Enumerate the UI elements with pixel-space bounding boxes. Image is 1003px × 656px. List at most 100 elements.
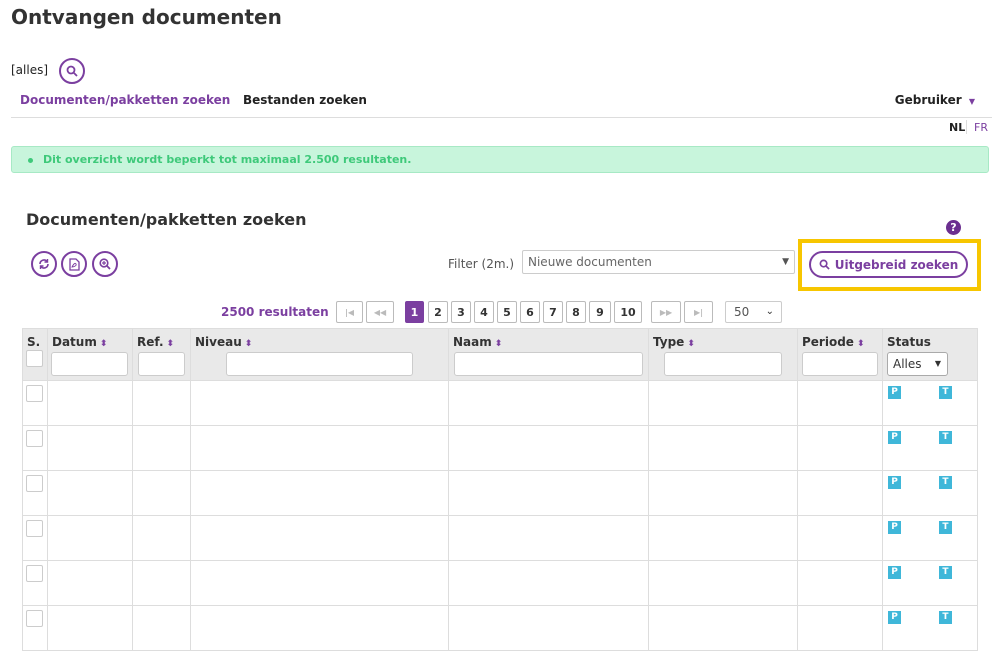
col-datum-label: Datum xyxy=(52,335,97,349)
col-datum[interactable]: Datum ⬍ xyxy=(47,328,133,381)
badge-t[interactable]: T xyxy=(939,431,952,444)
row-checkbox[interactable] xyxy=(26,565,43,582)
badge-t[interactable]: T xyxy=(939,521,952,534)
zoom-button[interactable] xyxy=(92,251,118,277)
page-3[interactable]: 3 xyxy=(451,301,471,323)
col-ref-label: Ref. xyxy=(137,335,164,349)
ref-filter-input[interactable] xyxy=(138,352,185,376)
badge-p[interactable]: P xyxy=(888,431,901,444)
section-title: Documenten/pakketten zoeken xyxy=(26,210,307,229)
limit-alert: Dit overzicht wordt beperkt tot maximaal… xyxy=(11,146,989,173)
table-body: PT PT PT PT PT PT xyxy=(22,380,978,651)
zoom-in-icon xyxy=(99,258,111,270)
chevron-down-icon: ⌄ xyxy=(765,306,774,317)
periode-filter-input[interactable] xyxy=(802,352,878,376)
page-7[interactable]: 7 xyxy=(543,301,563,323)
tab-documenten-pakketten[interactable]: Documenten/pakketten zoeken xyxy=(20,93,230,107)
type-filter-input[interactable] xyxy=(664,352,782,376)
sort-icon[interactable]: ⬍ xyxy=(245,339,253,349)
caret-down-icon: ▼ xyxy=(968,97,975,106)
per-page-select[interactable]: 50 ⌄ xyxy=(725,301,782,323)
page-5[interactable]: 5 xyxy=(497,301,517,323)
badge-p[interactable]: P xyxy=(888,476,901,489)
row-checkbox[interactable] xyxy=(26,385,43,402)
badge-t[interactable]: T xyxy=(939,611,952,624)
page-4[interactable]: 4 xyxy=(474,301,494,323)
pdf-icon xyxy=(68,257,80,271)
col-naam-label: Naam xyxy=(453,335,492,349)
page-1[interactable]: 1 xyxy=(405,301,424,323)
badge-p[interactable]: P xyxy=(888,611,901,624)
table-row: PT xyxy=(22,425,978,471)
refresh-button[interactable] xyxy=(31,251,57,277)
next-page-button[interactable]: ▶▶ xyxy=(651,301,681,323)
page-6[interactable]: 6 xyxy=(520,301,540,323)
table-header-row: S. Datum⬍ Ref.⬍ Niveau⬍ Naam⬍ Type⬍ xyxy=(22,328,978,381)
first-page-button[interactable]: |◀ xyxy=(336,301,363,323)
sort-icon[interactable]: ⬍ xyxy=(167,339,175,349)
status-filter-select[interactable]: Alles ▼ xyxy=(887,352,948,376)
scope-label: [alles] xyxy=(11,63,49,77)
last-page-button[interactable]: ▶| xyxy=(684,301,713,323)
lang-divider xyxy=(966,120,967,134)
advanced-search-button[interactable]: Uitgebreid zoeken xyxy=(809,251,968,278)
col-select-label: S. xyxy=(27,335,41,349)
per-page-value: 50 xyxy=(734,305,750,319)
alert-text: Dit overzicht wordt beperkt tot maximaal… xyxy=(43,153,412,166)
lang-nl[interactable]: NL xyxy=(949,121,965,134)
page-8[interactable]: 8 xyxy=(566,301,586,323)
row-checkbox[interactable] xyxy=(26,610,43,627)
pdf-export-button[interactable] xyxy=(61,251,87,277)
nav-divider xyxy=(11,117,992,118)
sort-icon[interactable]: ⬍ xyxy=(100,339,108,349)
col-naam[interactable]: Naam ⬍ xyxy=(448,328,649,381)
next-page-icon: ▶▶ xyxy=(659,307,673,317)
row-checkbox[interactable] xyxy=(26,520,43,537)
last-page-icon: ▶| xyxy=(693,307,704,317)
caret-down-icon: ▼ xyxy=(782,257,789,267)
first-page-icon: |◀ xyxy=(344,307,355,317)
tab-bestanden[interactable]: Bestanden zoeken xyxy=(243,93,367,107)
filter-label: Filter (2m.) xyxy=(448,257,515,271)
col-type[interactable]: Type ⬍ xyxy=(648,328,798,381)
refresh-icon xyxy=(39,259,49,269)
select-all-checkbox[interactable] xyxy=(26,350,43,367)
niveau-filter-input[interactable] xyxy=(226,352,413,376)
bullet-icon xyxy=(28,157,33,163)
badge-p[interactable]: P xyxy=(888,386,901,399)
table-row: PT xyxy=(22,560,978,606)
col-ref[interactable]: Ref. ⬍ xyxy=(132,328,191,381)
col-status-label: Status xyxy=(887,335,931,349)
col-periode[interactable]: Periode ⬍ xyxy=(797,328,883,381)
page-10[interactable]: 10 xyxy=(614,301,642,323)
table-row: PT xyxy=(22,380,978,426)
user-menu-label: Gebruiker xyxy=(894,93,962,107)
sort-icon[interactable]: ⬍ xyxy=(687,339,695,349)
table-row: PT xyxy=(22,470,978,516)
table-row: PT xyxy=(22,515,978,561)
filter-select[interactable]: Nieuwe documenten ▼ xyxy=(522,250,795,274)
badge-p[interactable]: P xyxy=(888,521,901,534)
scope-search-button[interactable] xyxy=(59,58,85,84)
row-checkbox[interactable] xyxy=(26,430,43,447)
user-menu[interactable]: Gebruiker ▼ xyxy=(895,93,975,107)
page-9[interactable]: 9 xyxy=(589,301,611,323)
row-checkbox[interactable] xyxy=(26,475,43,492)
badge-t[interactable]: T xyxy=(939,566,952,579)
badge-p[interactable]: P xyxy=(888,566,901,579)
help-icon[interactable]: ? xyxy=(946,220,961,235)
col-type-label: Type xyxy=(653,335,685,349)
datum-filter-input[interactable] xyxy=(51,352,128,376)
page-2[interactable]: 2 xyxy=(428,301,448,323)
badge-t[interactable]: T xyxy=(939,476,952,489)
sort-icon[interactable]: ⬍ xyxy=(857,339,865,349)
naam-filter-input[interactable] xyxy=(454,352,643,376)
caret-down-icon: ▼ xyxy=(934,359,941,368)
lang-fr[interactable]: FR xyxy=(974,121,988,134)
col-periode-label: Periode xyxy=(802,335,854,349)
prev-page-button[interactable]: ◀◀ xyxy=(366,301,394,323)
badge-t[interactable]: T xyxy=(939,386,952,399)
col-niveau[interactable]: Niveau ⬍ xyxy=(190,328,449,381)
status-filter-value: Alles xyxy=(893,357,922,371)
sort-icon[interactable]: ⬍ xyxy=(495,339,503,349)
